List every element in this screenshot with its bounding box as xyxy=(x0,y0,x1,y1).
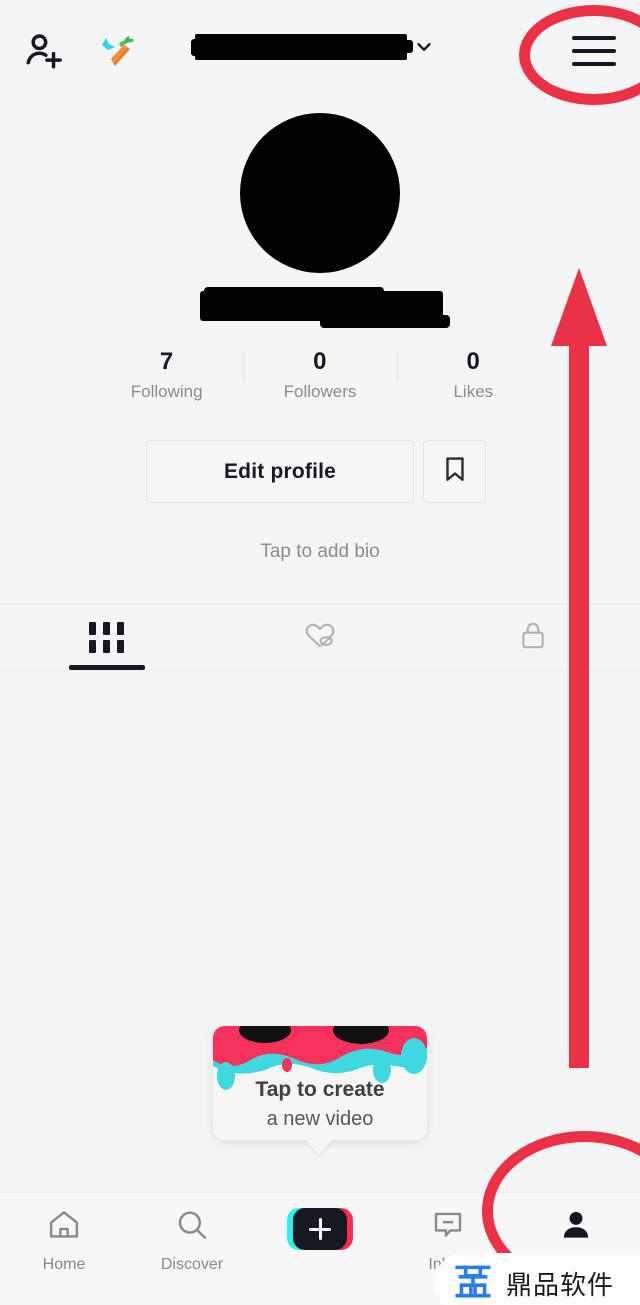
hamburger-bar xyxy=(572,49,616,53)
inbox-bubble-icon xyxy=(430,1207,466,1248)
stat-following[interactable]: 7 Following xyxy=(90,348,243,406)
create-plus-icon[interactable] xyxy=(287,1207,353,1251)
tab-liked-private[interactable] xyxy=(213,604,426,670)
tooltip-text: Tap to create a new video xyxy=(213,1076,427,1134)
nav-item-create[interactable] xyxy=(256,1207,384,1251)
stat-label: Following xyxy=(130,382,203,401)
tab-private[interactable] xyxy=(427,604,640,670)
top-bar-left-icons xyxy=(22,28,140,74)
username-redacted xyxy=(191,34,413,60)
add-person-icon[interactable] xyxy=(22,29,66,73)
hamburger-menu-icon[interactable] xyxy=(572,36,616,66)
lock-icon xyxy=(516,618,550,657)
hamburger-bar xyxy=(572,62,616,66)
stat-followers[interactable]: 0 Followers xyxy=(243,348,396,406)
tab-active-underline xyxy=(68,665,145,670)
grid-icon xyxy=(89,621,125,653)
tooltip-line-2: a new video xyxy=(266,1108,374,1130)
heart-off-icon xyxy=(302,617,338,658)
tiktok-profile-screen: 7 Following 0 Followers 0 Likes Edit pro… xyxy=(0,0,640,1305)
search-icon xyxy=(174,1207,210,1248)
hamburger-bar xyxy=(572,36,616,40)
watermark: 鼎品软件 xyxy=(434,1253,640,1305)
create-video-tooltip[interactable]: Tap to create a new video xyxy=(213,1026,427,1140)
tooltip-pointer xyxy=(304,1138,334,1155)
create-core xyxy=(293,1208,347,1250)
person-icon xyxy=(558,1207,594,1248)
bookmark-button[interactable] xyxy=(423,440,486,503)
stat-value: 7 xyxy=(159,348,174,375)
nav-label: Discover xyxy=(160,1256,224,1273)
avatar[interactable] xyxy=(240,113,400,273)
nav-label: Home xyxy=(42,1256,86,1273)
tab-videos[interactable] xyxy=(0,604,213,670)
plus-horizontal xyxy=(309,1227,331,1231)
top-bar xyxy=(0,0,640,100)
tooltip-line-1: Tap to create xyxy=(255,1078,385,1101)
stat-label: Likes xyxy=(453,382,494,401)
profile-stats: 7 Following 0 Followers 0 Likes xyxy=(90,348,550,410)
stat-likes[interactable]: 0 Likes xyxy=(396,348,550,406)
profile-tabs xyxy=(0,603,640,671)
username-dropdown[interactable] xyxy=(191,34,435,60)
profile-handle-redacted xyxy=(200,287,450,328)
edit-profile-button[interactable]: Edit profile xyxy=(146,440,414,503)
bookmark-icon xyxy=(440,454,470,489)
nav-item-home[interactable]: Home xyxy=(0,1207,128,1274)
watermark-text: 鼎品软件 xyxy=(506,1270,615,1301)
stat-value: 0 xyxy=(466,348,481,375)
nav-item-discover[interactable]: Discover xyxy=(128,1207,256,1274)
stat-value: 0 xyxy=(313,348,327,375)
chevron-down-icon[interactable] xyxy=(413,36,435,58)
home-icon xyxy=(46,1207,82,1248)
carrot-emoji-icon[interactable] xyxy=(94,28,140,74)
profile-actions: Edit profile xyxy=(146,440,486,503)
bio-placeholder[interactable]: Tap to add bio xyxy=(0,541,640,563)
watermark-logo-icon xyxy=(452,1260,494,1305)
stat-label: Followers xyxy=(283,382,357,401)
